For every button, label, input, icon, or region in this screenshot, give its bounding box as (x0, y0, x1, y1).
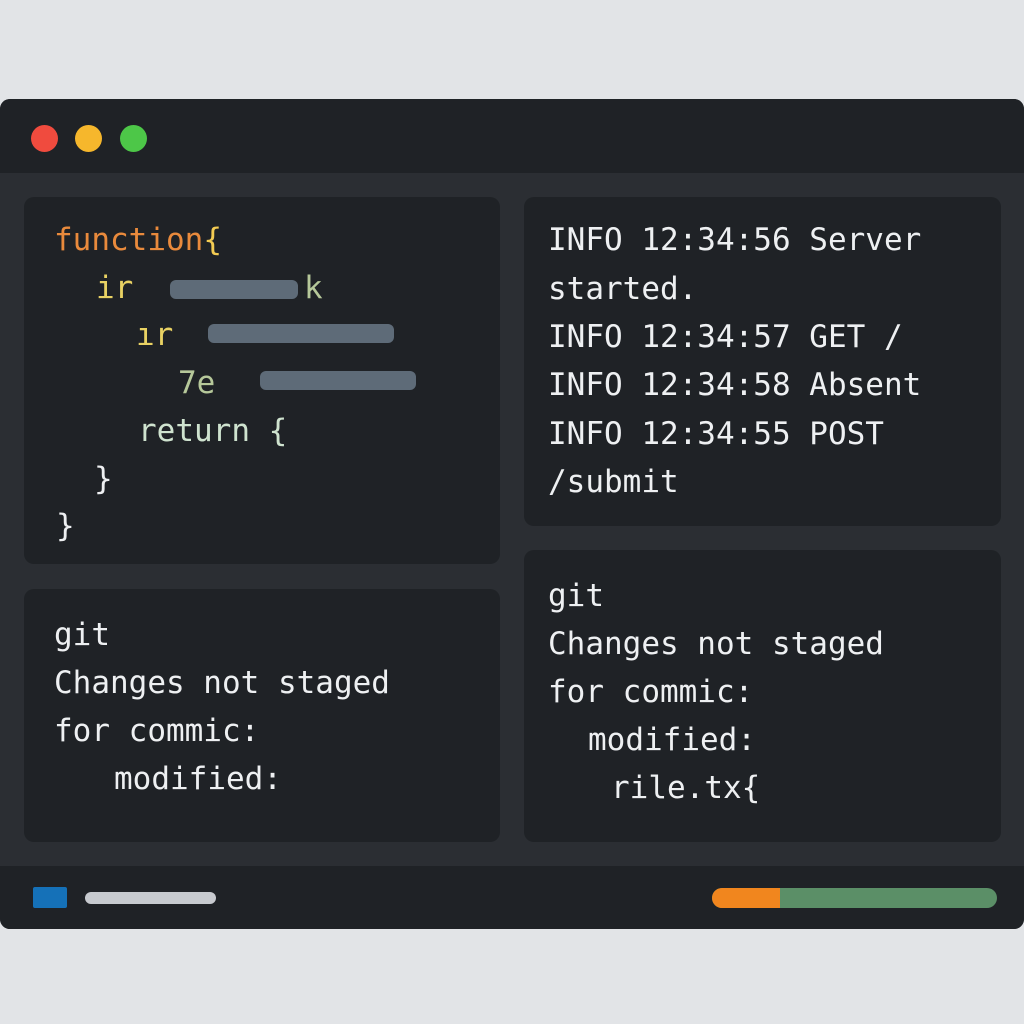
open-brace: { (203, 222, 222, 258)
git-line: Changes not staged (548, 626, 884, 662)
maximize-button[interactable] (120, 125, 147, 152)
log-output-panel[interactable]: INFO 12:34:56 Server started. INFO 12:34… (524, 197, 1001, 526)
git-line: rile.tx{ (611, 770, 761, 806)
close-button[interactable] (31, 125, 58, 152)
code-line-4: 7e (178, 363, 215, 403)
log-line: /submit (548, 464, 679, 500)
status-bar (0, 866, 1024, 929)
code-line-3: ır (136, 315, 173, 355)
log-line: INFO 12:34:56 Server (548, 222, 922, 258)
code-line-2: ir (96, 268, 133, 308)
redacted-code-block (208, 324, 394, 343)
git-status-panel-right[interactable]: git Changes not staged for commic: modif… (524, 550, 1001, 842)
function-keyword: function (54, 222, 204, 258)
code-editor-panel[interactable]: function{ ir k ır 7e return { } } (24, 197, 500, 564)
git-status-panel-left[interactable]: git Changes not staged for commic: modif… (24, 589, 500, 842)
git-line: for commic: (54, 713, 260, 749)
nested-keyword: 7e (178, 365, 216, 401)
progress-fill (712, 888, 781, 908)
title-bar (0, 99, 1024, 173)
progress-bar (712, 888, 997, 908)
status-text-placeholder (85, 892, 216, 904)
log-line: started. (548, 271, 698, 307)
redacted-code-block (170, 280, 298, 299)
redacted-code-block (260, 371, 416, 390)
status-indicator[interactable] (33, 887, 67, 908)
log-line: INFO 12:34:55 POST (548, 416, 884, 452)
code-line-1: function{ (54, 220, 222, 260)
log-line: INFO 12:34:58 Absent (548, 367, 922, 403)
git-line: Changes not staged (54, 665, 390, 701)
code-line-2-tail: k (304, 270, 323, 306)
log-line: INFO 12:34:57 GET / (548, 319, 903, 355)
minimize-button[interactable] (75, 125, 102, 152)
git-line: for commic: (548, 674, 754, 710)
git-line: modified: (114, 761, 282, 797)
code-line-7: } (56, 508, 75, 544)
code-line-5: return { (138, 413, 288, 449)
nested-if-keyword: ır (136, 317, 174, 353)
terminal-window: function{ ir k ır 7e return { } } INFO 1… (0, 99, 1024, 929)
git-line: git (548, 578, 604, 614)
git-line: git (54, 617, 110, 653)
if-keyword: ir (96, 270, 134, 306)
git-line: modified: (588, 722, 756, 758)
code-line-6: } (94, 461, 113, 497)
